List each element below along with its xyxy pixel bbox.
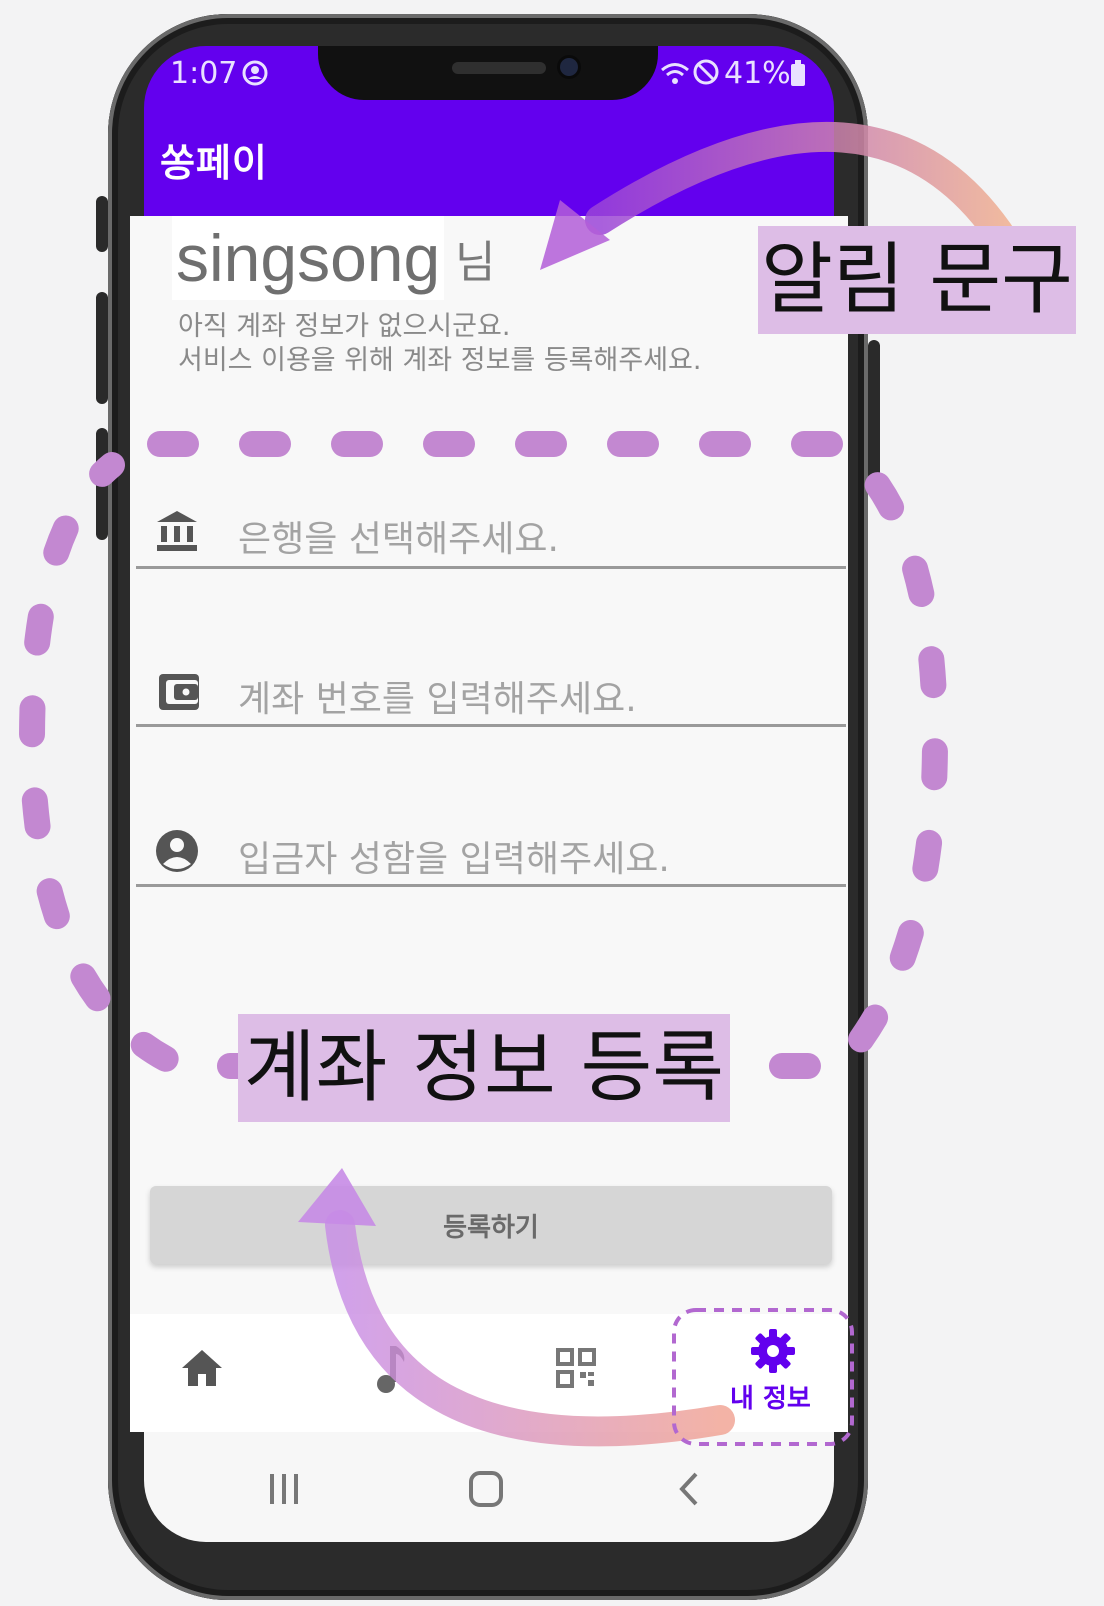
annotation-notice-label: 알림 문구 bbox=[758, 226, 1076, 334]
annotation-form-label: 계좌 정보 등록 bbox=[238, 1014, 730, 1122]
